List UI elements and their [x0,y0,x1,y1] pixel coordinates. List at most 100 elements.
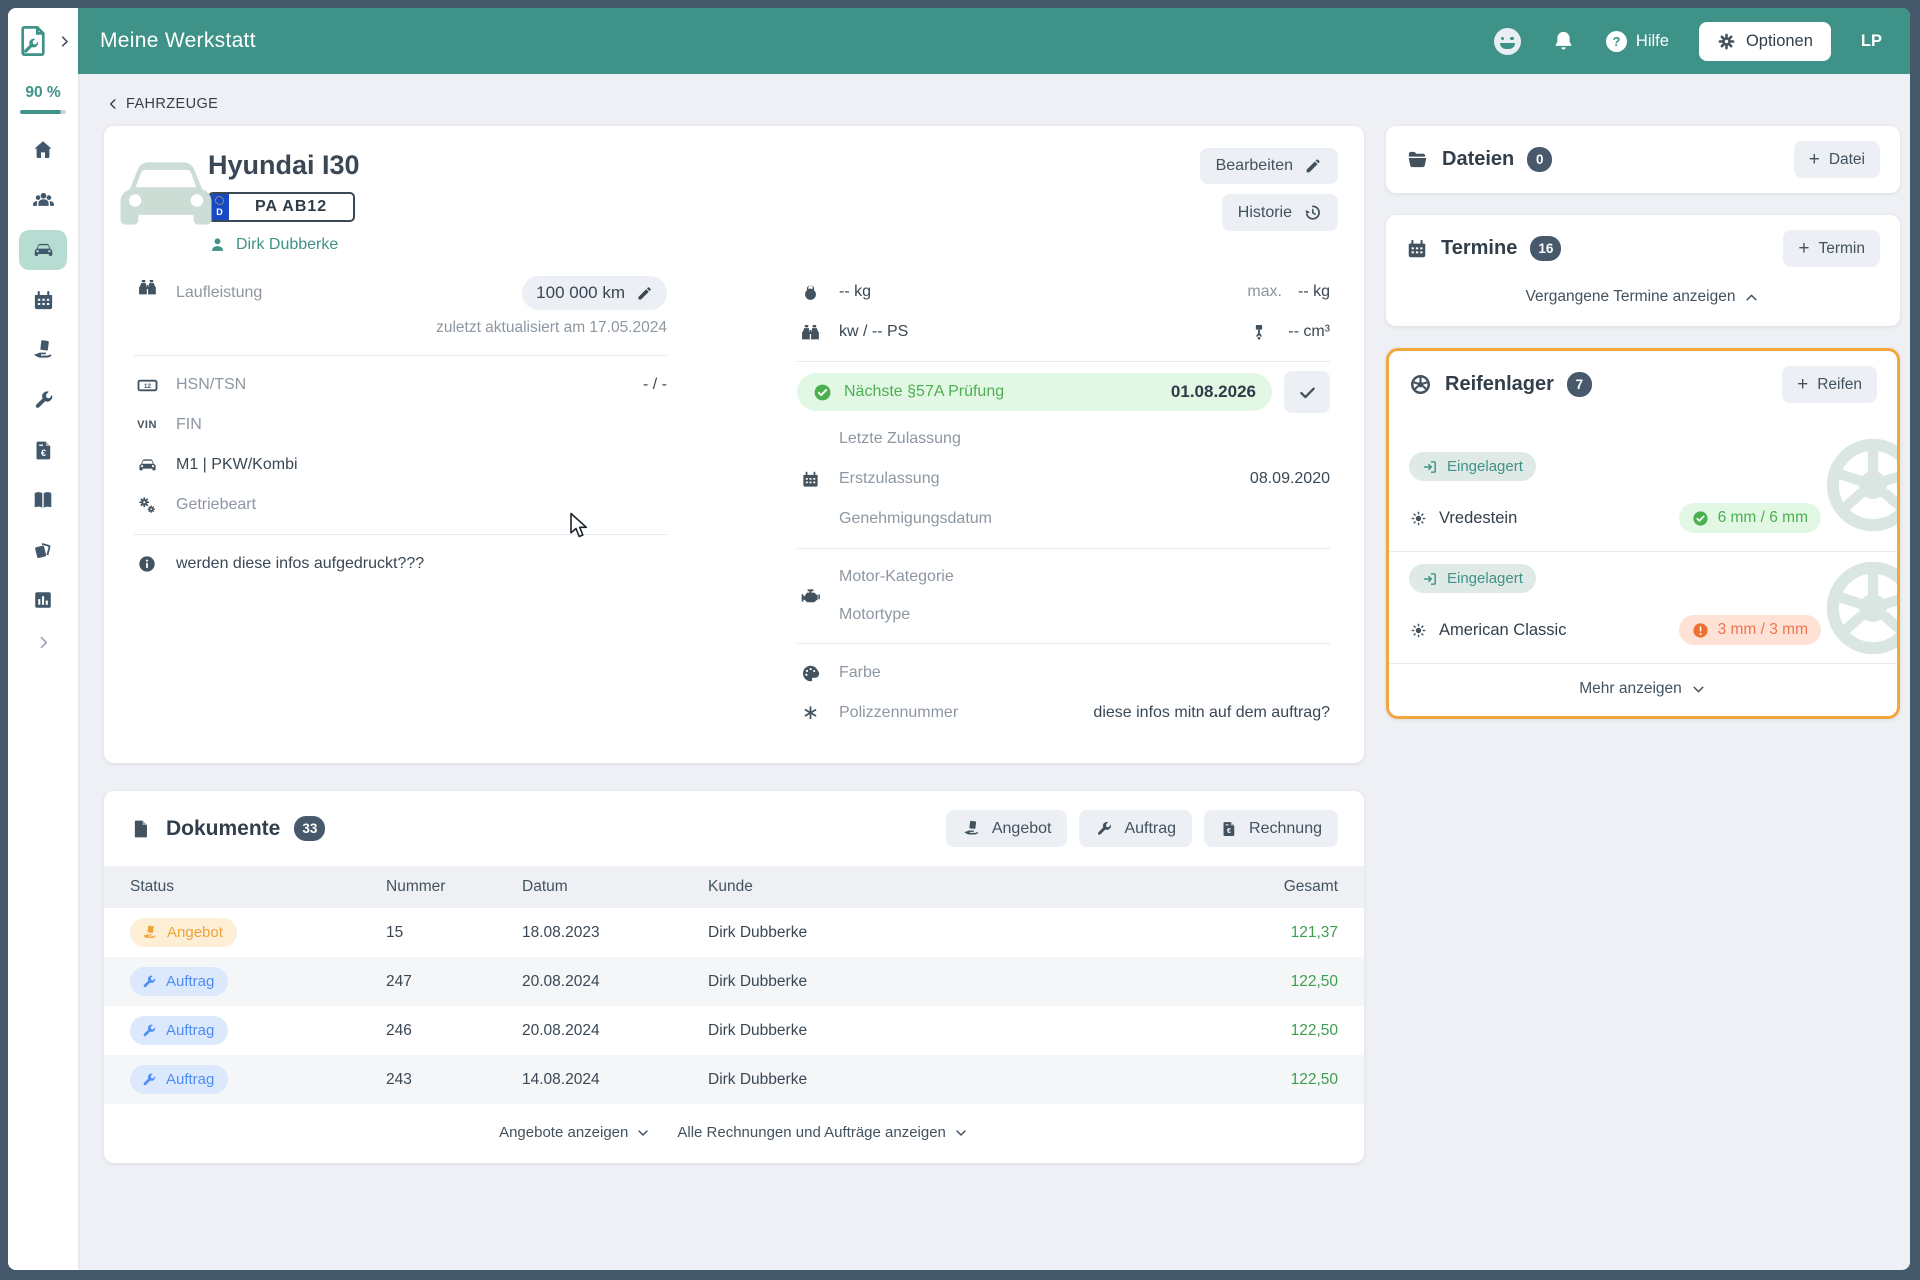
owner-name: Dirk Dubberke [236,236,338,254]
sidebar-item-home[interactable] [19,130,67,170]
new-rechnung-button[interactable]: Rechnung [1204,810,1338,847]
sun-icon [1409,509,1428,528]
sidebar-item-customers[interactable] [19,180,67,220]
tags-icon [32,539,55,562]
tire-watermark-icon [1817,429,1897,541]
appointments-card: Termine 16 + Termin Vergangene Termine a… [1386,215,1900,326]
power-row: kw / -- PS -- cm³ [797,312,1330,352]
plate-number-icon [134,374,160,397]
auftrag-button-label: Auftrag [1124,820,1176,838]
doc-number: 247 [386,973,522,991]
sidebar-item-offers[interactable] [19,330,67,370]
chevron-down-icon [953,1125,969,1141]
tire-storage-card: Reifenlager 7 + Reifen Eingelagert [1386,348,1900,719]
status-badge: Auftrag [130,1016,228,1045]
history-button[interactable]: Historie [1222,194,1338,231]
tire-status-label: Eingelagert [1447,458,1523,475]
tires-title: Reifenlager [1445,373,1554,396]
divider [797,643,1330,644]
column-total: Gesamt [1218,878,1338,896]
calendar-icon [32,289,55,312]
check-circle-icon [1692,510,1709,527]
tire-status-label: Eingelagert [1447,570,1523,587]
last-registration-label: Letzte Zulassung [839,430,961,448]
doc-total: 122,50 [1218,973,1338,991]
weight-value: -- kg [839,283,871,301]
add-file-button[interactable]: + Datei [1794,141,1880,178]
add-tire-button[interactable]: + Reifen [1782,366,1877,403]
show-more-tires-link[interactable]: Mehr anzeigen [1389,663,1897,716]
mileage-value-pill[interactable]: 100 000 km [522,276,667,310]
tire-item[interactable]: Eingelagert Vredestein 6 mm / 6 mm [1389,418,1897,551]
sidebar-logo-row [14,8,72,74]
documents-card: Dokumente 33 Angebot Auftrag [104,791,1364,1163]
column-date: Datum [522,878,708,896]
table-row[interactable]: Angebot 15 18.08.2023 Dirk Dubberke 121,… [104,908,1364,957]
inspection-label: Nächste §57A Prüfung [844,383,1004,401]
invoice-icon [32,439,55,462]
table-row[interactable]: Auftrag 247 20.08.2024 Dirk Dubberke 122… [104,957,1364,1006]
doc-number: 15 [386,924,522,942]
tire-item[interactable]: Eingelagert American Classic 3 mm / 3 mm [1389,551,1897,663]
book-icon [31,488,55,512]
doc-customer: Dirk Dubberke [708,1071,1218,1089]
user-avatar[interactable]: LP [1861,32,1882,51]
question-icon: ? [1606,31,1627,52]
table-row[interactable]: Auftrag 246 20.08.2024 Dirk Dubberke 122… [104,1006,1364,1055]
column-customer: Kunde [708,878,1218,896]
tire-name: Vredestein [1439,509,1517,528]
documents-count-badge: 33 [294,816,325,841]
table-row[interactable]: Auftrag 243 14.08.2024 Dirk Dubberke 122… [104,1055,1364,1104]
edit-button[interactable]: Bearbeiten [1200,148,1338,184]
mileage-updated: zuletzt aktualisiert am 17.05.2024 [436,319,667,337]
tire-status-pill: Eingelagert [1409,452,1536,481]
help-button[interactable]: ? Hilfe [1606,31,1669,52]
add-appointment-label: Termin [1818,240,1865,258]
motor-type-label: Motortype [839,596,954,634]
sidebar-item-reports[interactable] [19,580,67,620]
notifications-bell-icon[interactable] [1551,29,1576,54]
vehicle-owner-link[interactable]: Dirk Dubberke [208,235,1334,254]
inspection-confirm-button[interactable] [1284,371,1330,413]
sidebar-item-workshop[interactable] [19,380,67,420]
sidebar: 90 % [8,8,78,1270]
pencil-icon [1304,157,1322,175]
vehicle-class-value: M1 | PKW/Kombi [176,456,298,474]
main-content: FAHRZEUGE Hyundai I30 D PA AB12 [78,74,1910,1270]
mileage-value: 100 000 km [536,283,625,303]
wrench-icon [141,974,157,990]
sidebar-item-calendar[interactable] [19,280,67,320]
files-title: Dateien [1442,148,1514,171]
feedback-smiley-icon[interactable] [1494,28,1521,55]
sun-icon [1409,621,1428,640]
sidebar-item-invoices[interactable] [19,430,67,470]
sidebar-expand-chevron-icon[interactable] [57,34,72,49]
show-all-invoices-link[interactable]: Alle Rechnungen und Aufträge anzeigen [677,1124,969,1141]
tire-watermark-icon [1817,552,1897,664]
inspection-status-pill: Nächste §57A Prüfung 01.08.2026 [797,373,1272,411]
column-status: Status [130,878,386,896]
new-angebot-button[interactable]: Angebot [946,810,1068,847]
breadcrumb[interactable]: FAHRZEUGE [106,96,1900,112]
documents-table-header: Status Nummer Datum Kunde Gesamt [104,866,1364,908]
offer-hand-icon [141,924,158,941]
add-appointment-button[interactable]: + Termin [1783,230,1880,267]
doc-date: 14.08.2024 [522,1071,708,1089]
first-registration-row: Erstzulassung 08.09.2020 [797,459,1330,499]
sidebar-item-labels[interactable] [19,530,67,570]
calendar-icon [797,470,823,489]
options-button[interactable]: Optionen [1699,22,1831,61]
new-auftrag-button[interactable]: Auftrag [1079,810,1192,847]
doc-total: 122,50 [1218,1071,1338,1089]
past-appointments-label: Vergangene Termine anzeigen [1526,288,1736,306]
sidebar-nav [19,130,67,620]
calendar-icon [1406,238,1428,260]
show-offers-link[interactable]: Angebote anzeigen [499,1124,651,1141]
sidebar-more-chevron-icon[interactable] [35,634,52,651]
past-appointments-link[interactable]: Vergangene Termine anzeigen [1386,282,1900,326]
divider [797,361,1330,362]
sidebar-item-vehicles[interactable] [19,230,67,270]
weight-max-label: max. [1247,283,1282,301]
vin-icon: VIN [134,419,160,431]
sidebar-item-journal[interactable] [19,480,67,520]
